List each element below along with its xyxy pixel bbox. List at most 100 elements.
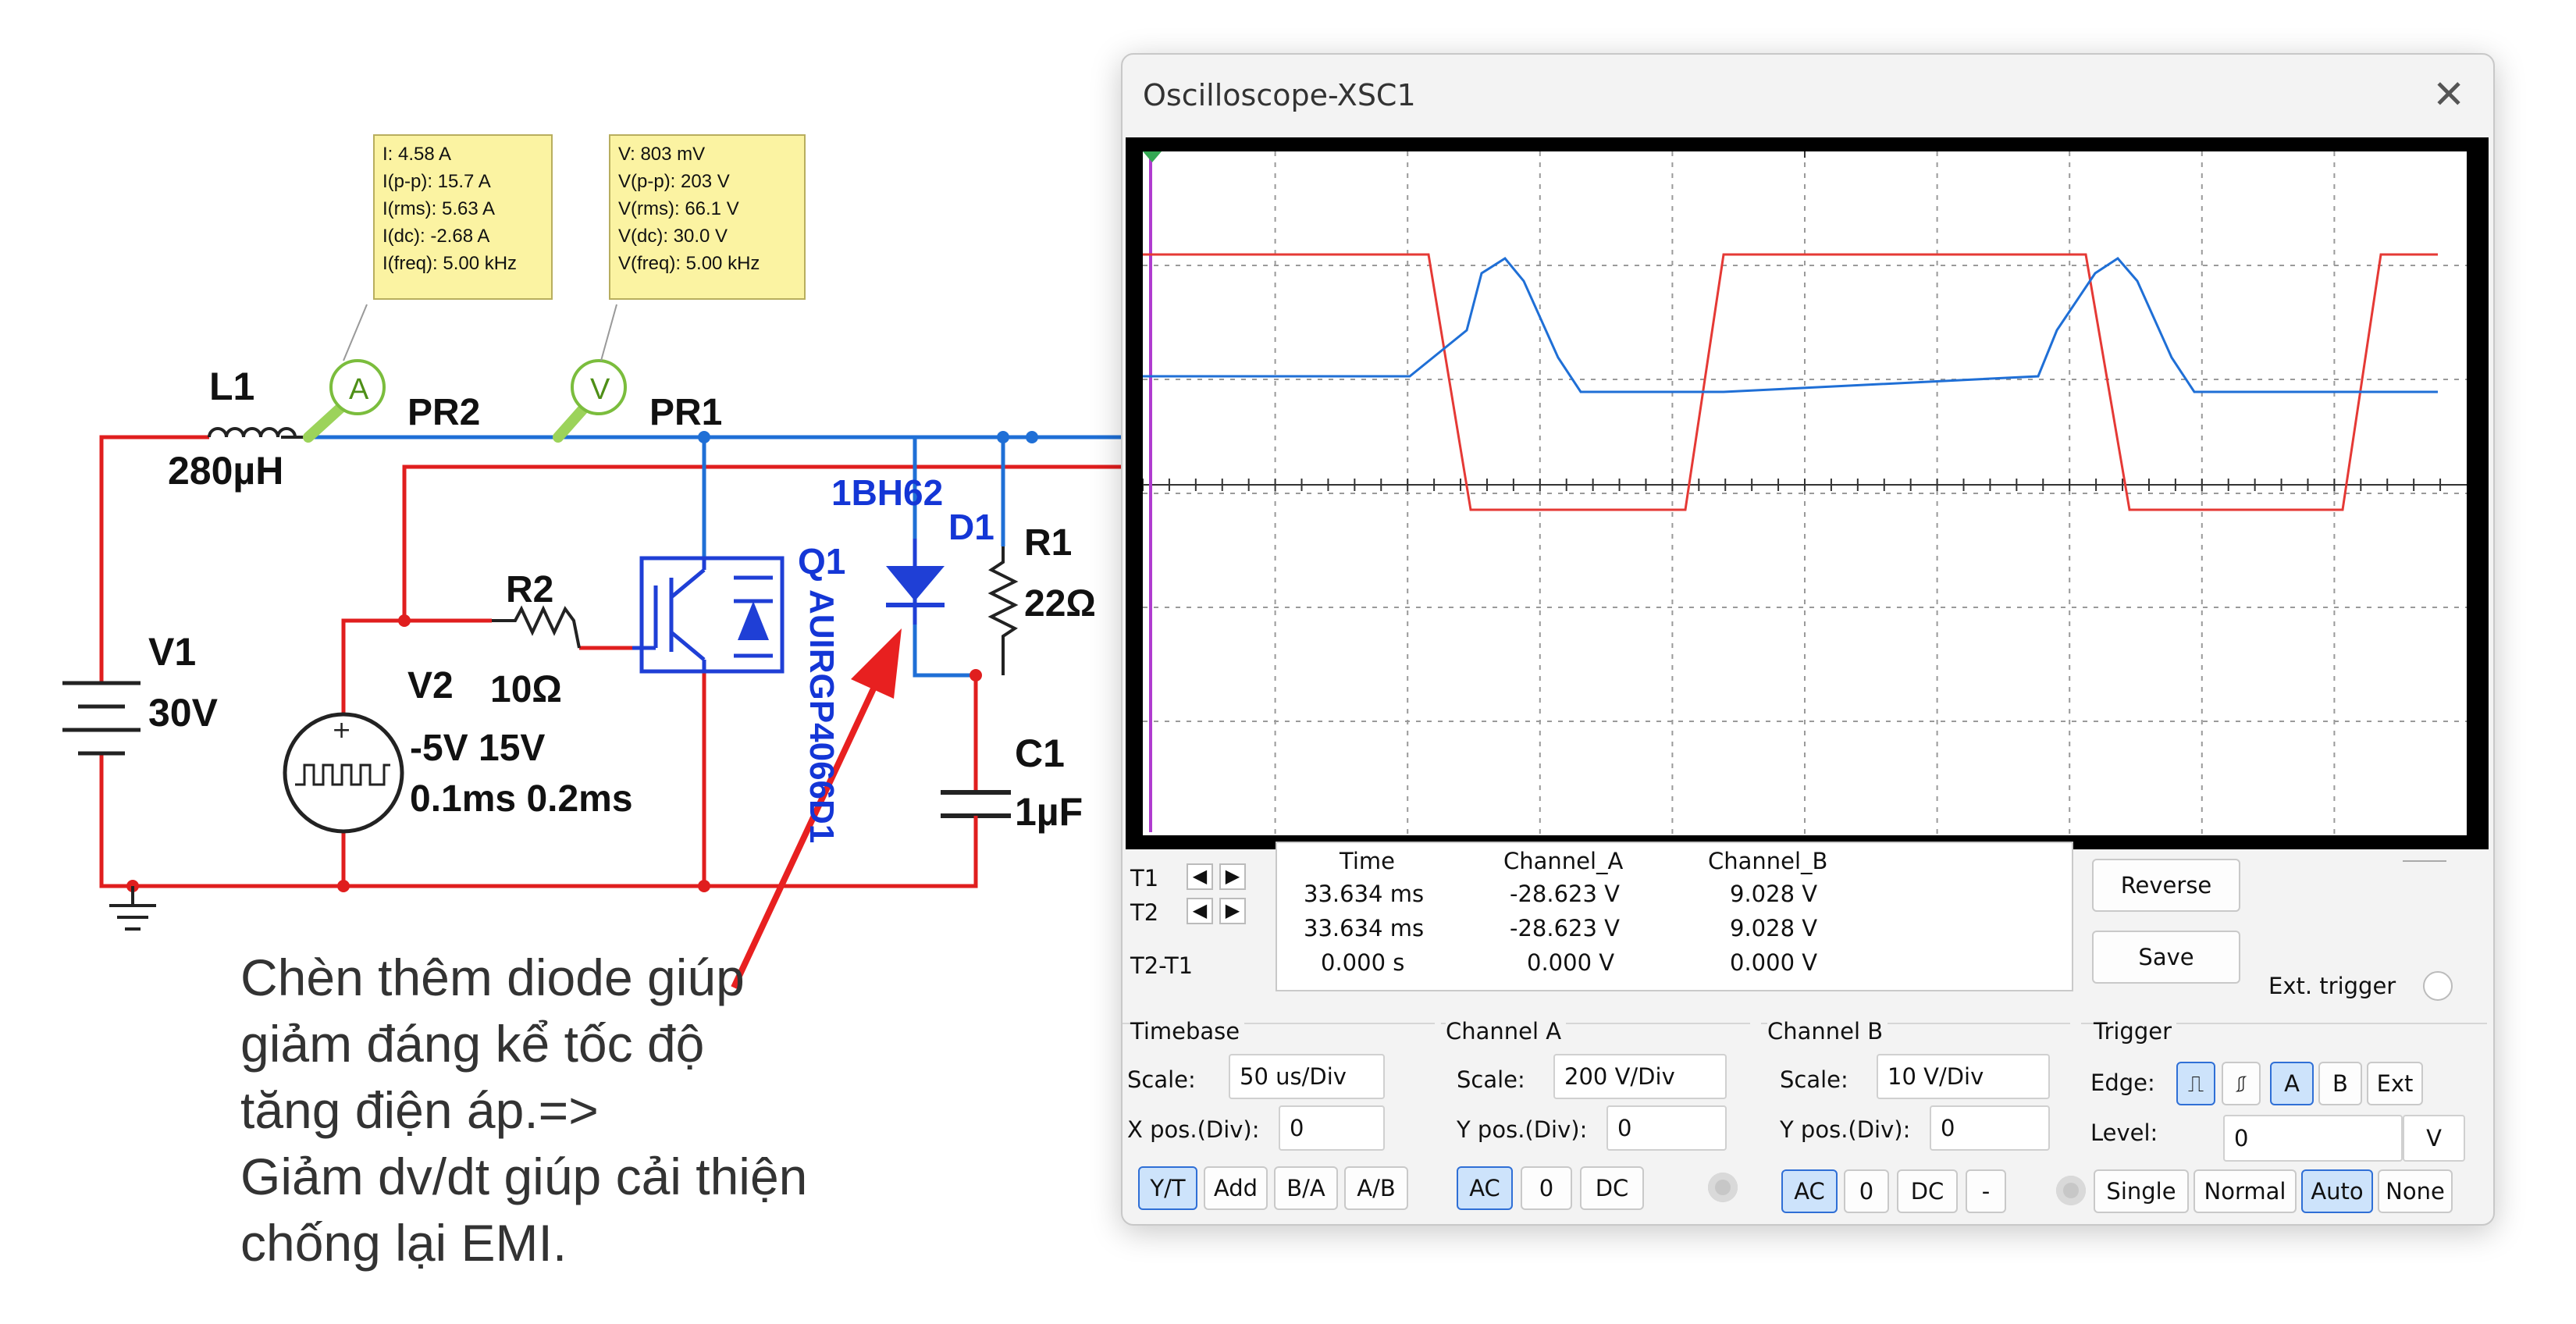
v2-name: V2 — [407, 665, 454, 706]
t2-channel-b: 9.028 V — [1730, 915, 1818, 941]
channel-a-ypos-field[interactable]: 0 — [1606, 1105, 1727, 1151]
v2-parameters-line2: 0.1ms 0.2ms — [410, 778, 633, 820]
r2-resistor-symbol — [492, 605, 581, 649]
channel-a-color-radio[interactable] — [1708, 1173, 1738, 1202]
t1-right-arrow-icon[interactable]: ▶ — [1219, 863, 1246, 890]
annotation-text: Chèn thêm diode giúp giảm đáng kể tốc độ… — [240, 945, 807, 1276]
r2-value: 10Ω — [490, 669, 562, 710]
r1-resistor-symbol — [987, 546, 1019, 675]
timebase-scale-label: Scale: — [1127, 1066, 1196, 1093]
channel-a-dc-button[interactable]: DC — [1580, 1166, 1644, 1210]
mode-add-button[interactable]: Add — [1204, 1166, 1268, 1210]
x-pos-field[interactable]: 0 — [1279, 1105, 1385, 1151]
save-button[interactable]: Save — [2092, 931, 2240, 984]
cursor-t1-line[interactable] — [1149, 155, 1152, 832]
trigger-source-ext-button[interactable]: Ext — [2367, 1062, 2423, 1105]
ammeter-reading: I: 4.58 A — [382, 144, 452, 165]
red-junctions — [126, 614, 982, 892]
readout-header-channel-b: Channel_B — [1708, 848, 1828, 874]
channel-a-zero-button[interactable]: 0 — [1521, 1166, 1572, 1210]
readout-header-channel-a: Channel_A — [1503, 848, 1624, 874]
falling-edge-icon[interactable]: ⎎ — [2222, 1062, 2261, 1105]
trigger-normal-button[interactable]: Normal — [2194, 1169, 2297, 1213]
ammeter-reading: I(dc): -2.68 A — [382, 226, 490, 247]
channel-b-color-radio[interactable] — [2056, 1176, 2086, 1205]
d1-part-label: 1BH62 — [831, 472, 944, 513]
trigger-single-button[interactable]: Single — [2094, 1169, 2189, 1213]
oscilloscope-window[interactable]: Oscilloscope-XSC1 ✕ T1 ◀ ▶ T2 ◀ ▶ T2-T1 … — [1121, 53, 2495, 1226]
channel-b-scale-field[interactable]: 10 V/Div — [1877, 1054, 2050, 1099]
ammeter-reading: I(rms): 5.63 A — [382, 198, 496, 219]
trigger-level-unit[interactable]: V — [2403, 1115, 2465, 1162]
delta-channel-a: 0.000 V — [1527, 949, 1615, 976]
channel-b-minus-button[interactable]: - — [1966, 1169, 2006, 1213]
annotation-line: Giảm dv/dt giúp cải thiện — [240, 1148, 808, 1205]
scope-display[interactable] — [1143, 151, 2467, 835]
delta-time: 0.000 s — [1321, 949, 1405, 976]
ext-trigger-radio[interactable] — [2423, 971, 2453, 1001]
t1-time: 33.634 ms — [1304, 881, 1425, 907]
timebase-scale-field[interactable]: 50 us/Div — [1229, 1054, 1385, 1099]
igbt-symbol — [632, 556, 785, 674]
trigger-title: Trigger — [2094, 1018, 2177, 1045]
annotation-line: Chèn thêm diode giúp — [240, 949, 745, 1006]
cursor-t2-label: T2 — [1130, 899, 1159, 926]
rising-edge-icon[interactable]: ⎍ — [2176, 1062, 2215, 1105]
voltmeter-reading: V(rms): 66.1 V — [618, 198, 739, 219]
q1-part-label: AUIRGP4066D1 — [802, 589, 841, 844]
annotation-line: giảm đáng kể tốc độ — [240, 1015, 705, 1073]
channel-b-zero-button[interactable]: 0 — [1844, 1169, 1889, 1213]
t1-left-arrow-icon[interactable]: ◀ — [1187, 863, 1213, 890]
v2-parameters-line1: -5V 15V — [410, 728, 546, 769]
annotation-line: tăng điện áp.=> — [240, 1081, 599, 1139]
trigger-level-label: Level: — [2090, 1119, 2158, 1146]
ammeter-reading: I(p-p): 15.7 A — [382, 171, 491, 192]
t1-channel-a: -28.623 V — [1510, 881, 1620, 907]
channel-a-trace — [1143, 253, 2438, 511]
close-icon[interactable]: ✕ — [2432, 72, 2465, 117]
channel-b-ypos-field[interactable]: 0 — [1930, 1105, 2050, 1151]
trigger-auto-button[interactable]: Auto — [2301, 1169, 2373, 1213]
current-probe — [303, 359, 386, 443]
mode-yt-button[interactable]: Y/T — [1138, 1166, 1197, 1210]
channel-a-scale-field[interactable]: 200 V/Div — [1553, 1054, 1727, 1099]
trigger-source-a-button[interactable]: A — [2270, 1062, 2314, 1105]
t2-left-arrow-icon[interactable]: ◀ — [1187, 898, 1213, 924]
probe-pr1-label: PR1 — [649, 392, 723, 433]
cursor-delta-label: T2-T1 — [1130, 952, 1194, 979]
trigger-edge-label: Edge: — [2090, 1070, 2155, 1096]
svg-text:+: + — [332, 717, 351, 744]
t2-time: 33.634 ms — [1304, 915, 1425, 941]
igbt-diode-symbol — [738, 601, 769, 640]
capacitor-symbol — [941, 790, 1011, 818]
trigger-source-b-button[interactable]: B — [2318, 1062, 2362, 1105]
t2-channel-a: -28.623 V — [1510, 915, 1620, 941]
cursor-t1-label: T1 — [1130, 865, 1159, 892]
channel-a-ac-button[interactable]: AC — [1457, 1166, 1513, 1210]
c1-value: 1µF — [1015, 790, 1083, 834]
inductor-value: 280µH — [168, 449, 284, 493]
cursor-readout-table: Time Channel_A Channel_B 33.634 ms -28.6… — [1276, 842, 2073, 991]
annotation-line: chống lại EMI. — [240, 1214, 568, 1272]
pulse-source-symbol: + — [283, 712, 404, 834]
channel-b-trace — [1143, 257, 2438, 393]
reverse-button[interactable]: Reverse — [2092, 859, 2240, 912]
r1-name: R1 — [1024, 522, 1073, 564]
trigger-none-button[interactable]: None — [2378, 1169, 2453, 1213]
q1-name: Q1 — [798, 541, 846, 582]
r1-value: 22Ω — [1024, 583, 1096, 625]
cursor-marker-icon[interactable] — [1143, 151, 1162, 162]
t1-channel-b: 9.028 V — [1730, 881, 1818, 907]
mode-ab-button[interactable]: A/B — [1344, 1166, 1408, 1210]
channel-b-ac-button[interactable]: AC — [1781, 1169, 1838, 1213]
panel-resize-handle[interactable] — [2403, 860, 2446, 862]
supply-value: 30V — [148, 691, 218, 735]
probe-pr2-label: PR2 — [407, 392, 481, 433]
trigger-level-field[interactable]: 0 — [2223, 1115, 2403, 1162]
channel-b-dc-button[interactable]: DC — [1897, 1169, 1958, 1213]
t2-right-arrow-icon[interactable]: ▶ — [1219, 898, 1246, 924]
channel-a-title: Channel A — [1446, 1018, 1567, 1045]
d1-name: D1 — [948, 507, 994, 547]
voltmeter-readout-box: V: 803 mV V(p-p): 203 V V(rms): 66.1 V V… — [609, 134, 806, 300]
mode-ba-button[interactable]: B/A — [1274, 1166, 1338, 1210]
